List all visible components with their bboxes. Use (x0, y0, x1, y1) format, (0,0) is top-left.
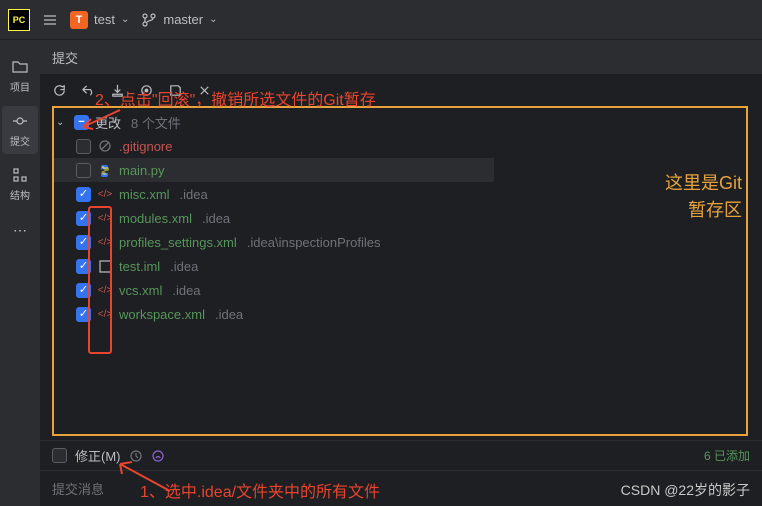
annotation-arrow-top (75, 105, 125, 135)
titlebar: PC T test ⌄ master ⌄ (0, 0, 762, 40)
file-row[interactable]: ✓ </> profiles_settings.xml .idea\inspec… (52, 230, 754, 254)
refresh-button[interactable] (52, 83, 67, 98)
file-dir: .idea (180, 187, 208, 202)
sidebar-item-project[interactable]: 项目 (2, 52, 38, 100)
branch-selector[interactable]: master ⌄ (141, 12, 217, 28)
file-row[interactable]: ✓ </> misc.xml .idea (52, 182, 754, 206)
annotation-bottom: 1、选中.idea/文件夹中的所有文件 (140, 478, 380, 502)
file-checkbox[interactable]: ✓ (76, 259, 91, 274)
xml-file-icon: </> (97, 306, 113, 322)
file-count: 8 个文件 (131, 113, 181, 132)
xml-file-icon: </> (97, 234, 113, 250)
file-name: profiles_settings.xml (119, 235, 237, 250)
changes-tree: ⌄ − 更改 8 个文件 .gitignore main.py ✓ </> mi… (40, 106, 762, 440)
chevron-down-icon: ⌄ (209, 14, 217, 25)
file-name: test.iml (119, 259, 160, 274)
annotation-right: 这里是Git暂存区 (665, 170, 742, 224)
file-dir: .idea (170, 259, 198, 274)
file-row[interactable]: ✓ </> modules.xml .idea (52, 206, 754, 230)
folder-icon (11, 58, 29, 76)
left-tool-sidebar: 项目 提交 结构 ⋯ (0, 40, 40, 506)
file-name: misc.xml (119, 187, 170, 202)
file-row[interactable]: main.py (52, 158, 494, 182)
python-file-icon (97, 162, 113, 178)
sidebar-item-structure[interactable]: 结构 (2, 160, 38, 208)
panel-title: 提交 (52, 48, 78, 67)
annotation-top: 2、点击"回滚"，撤销所选文件的Git暂存 (95, 86, 376, 110)
file-name: .gitignore (119, 139, 172, 154)
branch-name: master (163, 12, 203, 27)
structure-icon (11, 166, 29, 184)
file-dir: .idea (202, 211, 230, 226)
file-checkbox[interactable] (76, 163, 91, 178)
changes-group-header[interactable]: ⌄ − 更改 8 个文件 (52, 110, 754, 134)
file-dir: .idea\inspectionProfiles (247, 235, 381, 250)
file-checkbox[interactable] (76, 139, 91, 154)
chevron-down-icon: ⌄ (121, 14, 129, 25)
file-row[interactable]: ✓ </> workspace.xml .idea (52, 302, 754, 326)
sidebar-item-commit[interactable]: 提交 (2, 106, 38, 154)
sidebar-label: 结构 (10, 187, 30, 202)
iml-file-icon (97, 258, 113, 274)
file-row[interactable]: ✓ </> vcs.xml .idea (52, 278, 754, 302)
file-row[interactable]: ✓ test.iml .idea (52, 254, 754, 278)
file-checkbox[interactable]: ✓ (76, 283, 91, 298)
commit-panel: 2、点击"回滚"，撤销所选文件的Git暂存 这里是Git暂存区 提交 ⌄ − 更… (40, 40, 762, 506)
file-name: main.py (119, 163, 165, 178)
project-selector[interactable]: T test ⌄ (70, 11, 129, 29)
added-count: 6 已添加 (704, 447, 750, 464)
file-checkbox[interactable]: ✓ (76, 235, 91, 250)
panel-header: 提交 (40, 40, 762, 74)
main-menu-button[interactable] (42, 12, 58, 28)
app-logo: PC (8, 9, 30, 31)
rollback-button[interactable] (81, 83, 96, 98)
more-tools-button[interactable]: ⋯ (13, 214, 27, 247)
ignore-file-icon (97, 138, 113, 154)
xml-file-icon: </> (97, 282, 113, 298)
file-dir: .idea (215, 307, 243, 322)
project-icon: T (70, 11, 88, 29)
file-row[interactable]: .gitignore (52, 134, 754, 158)
file-checkbox[interactable]: ✓ (76, 187, 91, 202)
xml-file-icon: </> (97, 210, 113, 226)
branch-icon (141, 12, 157, 28)
file-name: modules.xml (119, 211, 192, 226)
expand-arrow-icon[interactable]: ⌄ (56, 117, 68, 128)
amend-checkbox[interactable] (52, 448, 67, 463)
watermark: CSDN @22岁的影子 (621, 480, 750, 500)
file-checkbox[interactable]: ✓ (76, 211, 91, 226)
commit-icon (11, 112, 29, 130)
xml-file-icon: </> (97, 186, 113, 202)
file-name: workspace.xml (119, 307, 205, 322)
file-checkbox[interactable]: ✓ (76, 307, 91, 322)
file-name: vcs.xml (119, 283, 162, 298)
file-dir: .idea (172, 283, 200, 298)
project-name: test (94, 12, 115, 27)
sidebar-label: 项目 (10, 79, 30, 94)
sidebar-label: 提交 (10, 133, 30, 148)
